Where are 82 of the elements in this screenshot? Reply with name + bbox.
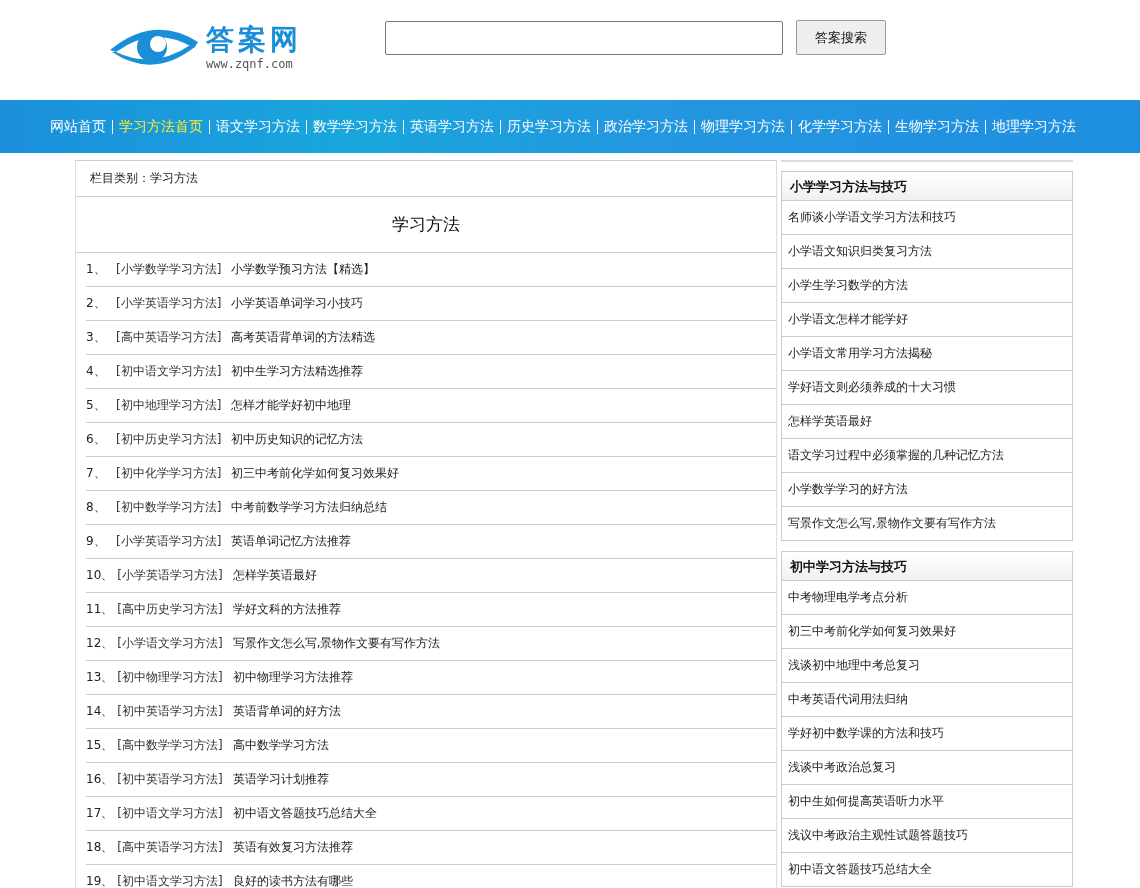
category-link[interactable]: [高中历史学习方法] [117, 601, 223, 618]
article-number: 16、 [86, 771, 114, 788]
article-link[interactable]: 小学数学预习方法【精选】 [231, 261, 376, 278]
category-link[interactable]: [高中英语学习方法] [116, 329, 222, 346]
article-link[interactable]: 英语学习计划推荐 [232, 771, 329, 788]
category-link[interactable]: [小学英语学习方法] [117, 567, 223, 584]
category-link[interactable]: [初中地理学习方法] [116, 397, 222, 414]
article-number: 17、 [86, 805, 114, 822]
category-link[interactable]: [小学英语学习方法] [116, 295, 222, 312]
sidebar-link[interactable]: 学好初中数学课的方法和技巧 [782, 717, 1072, 751]
sidebar-link[interactable]: 浅谈中考政治总复习 [782, 751, 1072, 785]
article-link[interactable]: 初中物理学习方法推荐 [232, 669, 353, 686]
category-link[interactable]: [初中化学学习方法] [116, 465, 222, 482]
category-link[interactable]: [初中英语学习方法] [117, 771, 223, 788]
article-number: 3、 [86, 329, 107, 346]
article-number: 19、 [86, 873, 114, 888]
search-button[interactable]: 答案搜索 [796, 20, 886, 55]
article-number: 13、 [86, 669, 114, 686]
logo-name[interactable]: 答案网 [206, 23, 302, 57]
sidebar-link[interactable]: 浅谈初中地理中考总复习 [782, 649, 1072, 683]
article-link[interactable]: 初中历史知识的记忆方法 [231, 431, 364, 448]
sidebar-link[interactable]: 初中语文答题技巧总结大全 [782, 853, 1072, 886]
search-field[interactable] [385, 21, 783, 55]
sidebar-link[interactable]: 学好语文则必须养成的十大习惯 [782, 371, 1072, 405]
sidebar-link[interactable]: 怎样学英语最好 [782, 405, 1072, 439]
category-link[interactable]: [初中语文学习方法] [116, 363, 222, 380]
article-link[interactable]: 高中数学学习方法 [232, 737, 329, 754]
sidebar-link[interactable]: 中考物理电学考点分析 [782, 581, 1072, 615]
article-number: 4、 [86, 363, 107, 380]
list-title: 学习方法 [76, 197, 776, 253]
article-link[interactable]: 良好的读书方法有哪些 [232, 873, 353, 888]
category-link[interactable]: [初中英语学习方法] [117, 703, 223, 720]
article-link[interactable]: 英语有效复习方法推荐 [232, 839, 353, 856]
sidebar-link[interactable]: 初中生如何提高英语听力水平 [782, 785, 1072, 819]
sidebar-link[interactable]: 名师谈小学语文学习方法和技巧 [782, 201, 1072, 235]
article-link[interactable]: 初三中考前化学如何复习效果好 [231, 465, 400, 482]
category-link[interactable]: [小学语文学习方法] [117, 635, 223, 652]
article-link[interactable]: 高考英语背单词的方法精选 [231, 329, 376, 346]
article-number: 8、 [86, 499, 107, 516]
article-number: 1、 [86, 261, 107, 278]
sidebar-link[interactable]: 小学语文常用学习方法揭秘 [782, 337, 1072, 371]
sidebar-link[interactable]: 语文学习过程中必须掌握的几种记忆方法 [782, 439, 1072, 473]
category-link[interactable]: [小学数学学习方法] [116, 261, 222, 278]
category-link[interactable]: [初中历史学习方法] [116, 431, 222, 448]
sidebar-link[interactable]: 小学语文怎样才能学好 [782, 303, 1072, 337]
article-link[interactable]: 初中生学习方法精选推荐 [231, 363, 364, 380]
logo-url: www.zqnf.com [206, 57, 294, 71]
category-link[interactable]: [高中英语学习方法] [117, 839, 223, 856]
article-link[interactable]: 小学英语单词学习小技巧 [231, 295, 364, 312]
sidebar-link[interactable]: 浅议中考政治主观性试题答题技巧 [782, 819, 1072, 853]
article-number: 10、 [86, 567, 114, 584]
article-number: 12、 [86, 635, 114, 652]
article-number: 6、 [86, 431, 107, 448]
article-number: 7、 [86, 465, 107, 482]
category-link[interactable]: [初中数学学习方法] [116, 499, 222, 516]
article-link[interactable]: 怎样才能学好初中地理 [231, 397, 352, 414]
article-number: 9、 [86, 533, 107, 550]
article-link[interactable]: 英语单词记忆方法推荐 [231, 533, 352, 550]
article-link[interactable]: 初中语文答题技巧总结大全 [232, 805, 377, 822]
category-link[interactable]: [小学英语学习方法] [116, 533, 222, 550]
sidebar-link[interactable]: 小学语文知识归类复习方法 [782, 235, 1072, 269]
article-link[interactable]: 中考前数学学习方法归纳总结 [231, 499, 388, 516]
article-number: 18、 [86, 839, 114, 856]
sidebar-link[interactable]: 写景作文怎么写,景物作文要有写作方法 [782, 507, 1072, 540]
article-link[interactable]: 写景作文怎么写,景物作文要有写作方法 [232, 635, 441, 652]
category-link[interactable]: [初中物理学习方法] [117, 669, 223, 686]
sidebar-link[interactable]: 初三中考前化学如何复习效果好 [782, 615, 1072, 649]
breadcrumb: 栏目类别：学习方法 [76, 161, 776, 197]
sidebar-link[interactable]: 小学生学习数学的方法 [782, 269, 1072, 303]
article-number: 11、 [86, 601, 114, 618]
category-link[interactable]: [初中语文学习方法] [117, 873, 223, 888]
article-link[interactable]: 英语背单词的好方法 [232, 703, 341, 720]
article-number: 14、 [86, 703, 114, 720]
article-number: 5、 [86, 397, 107, 414]
article-number: 15、 [86, 737, 114, 754]
category-link[interactable]: [高中数学学习方法] [117, 737, 223, 754]
sidebar-link[interactable]: 中考英语代词用法归纳 [782, 683, 1072, 717]
article-link[interactable]: 学好文科的方法推荐 [232, 601, 341, 618]
sidebar-link[interactable]: 小学数学学习的好方法 [782, 473, 1072, 507]
category-link[interactable]: [初中语文学习方法] [117, 805, 223, 822]
article-link[interactable]: 怎样学英语最好 [232, 567, 317, 584]
article-number: 2、 [86, 295, 107, 312]
